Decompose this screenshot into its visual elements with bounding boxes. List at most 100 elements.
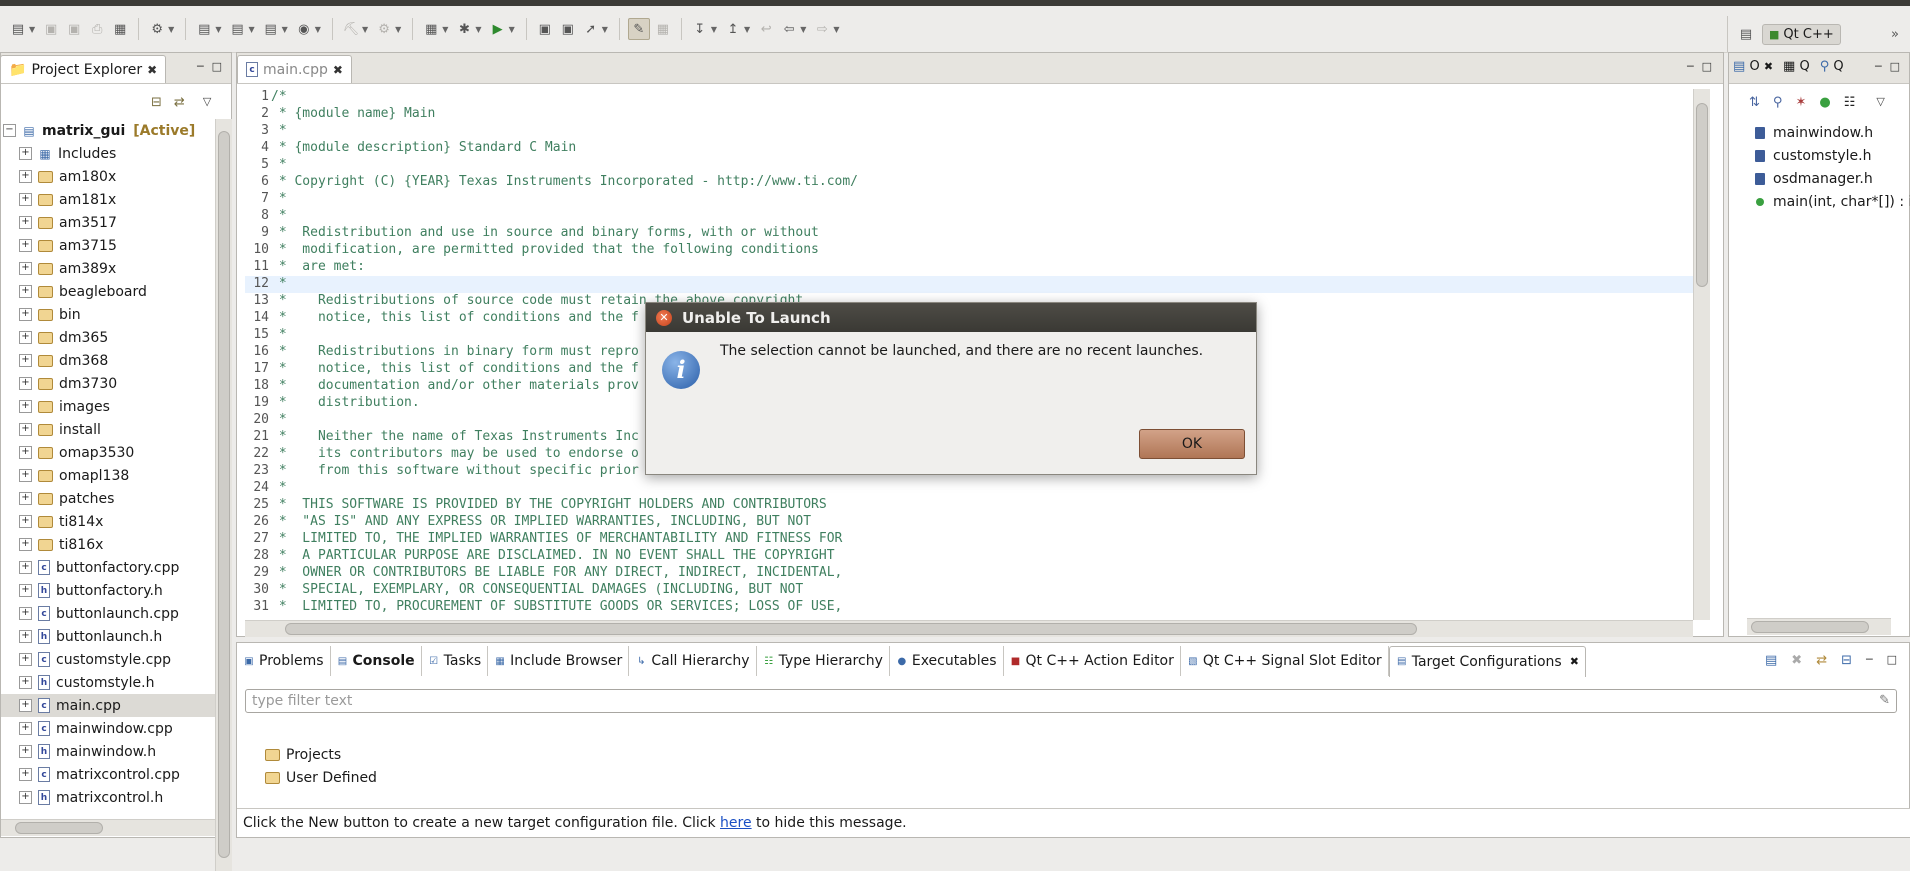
profile-icon[interactable]: ▦ xyxy=(421,19,441,39)
maximize-icon[interactable]: □ xyxy=(212,60,222,73)
view-menu-icon[interactable]: ▽ xyxy=(1876,95,1884,110)
expand-icon[interactable]: + xyxy=(19,285,32,298)
close-icon[interactable]: ✖ xyxy=(1570,655,1579,668)
tree-item[interactable]: + omapl138 xyxy=(1,464,215,487)
tree-item[interactable]: + h matrixcontrol.h xyxy=(1,786,215,809)
code-line[interactable]: 4 * {module description} Standard C Main xyxy=(245,140,1693,157)
expand-icon[interactable]: + xyxy=(19,630,32,643)
outline-horizontal-scrollbar[interactable] xyxy=(1747,618,1891,635)
hide-macros-icon[interactable]: ☷ xyxy=(1844,95,1856,110)
expand-icon[interactable]: + xyxy=(19,745,32,758)
new-icon[interactable]: ▤ xyxy=(8,19,28,39)
delete-icon[interactable]: ✖ xyxy=(1791,653,1802,668)
external-tools-icon[interactable]: ➚ xyxy=(581,19,601,39)
code-line[interactable]: 24 * xyxy=(245,480,1693,497)
tab-qt-c-action-editor[interactable]: ■ Qt C++ Action Editor xyxy=(1004,646,1181,676)
link-with-editor-icon[interactable]: ⇄ xyxy=(174,95,185,110)
ok-button[interactable]: OK xyxy=(1139,429,1245,459)
minimize-icon[interactable]: ─ xyxy=(1866,653,1873,668)
minimize-icon[interactable]: ─ xyxy=(1687,60,1694,73)
code-line[interactable]: 2 * {module name} Main xyxy=(245,106,1693,123)
tree-item[interactable]: + am3715 xyxy=(1,234,215,257)
hide-static-icon[interactable]: ✶ xyxy=(1795,95,1806,110)
expand-icon[interactable]: + xyxy=(19,584,32,597)
expand-icon[interactable]: + xyxy=(19,676,32,689)
next-annotation-icon[interactable]: ↧ xyxy=(690,19,710,39)
scrollbar-thumb[interactable] xyxy=(1696,103,1708,287)
code-line[interactable]: 5 * xyxy=(245,157,1693,174)
open-element-icon[interactable]: ▣ xyxy=(558,19,578,39)
refactor-dropdown-icon[interactable]: ▼ xyxy=(395,25,401,34)
outline-item[interactable]: main(int, char*[]) : i xyxy=(1755,194,1910,210)
properties-icon[interactable]: ▦ xyxy=(110,19,130,39)
tree-item[interactable]: + am3517 xyxy=(1,211,215,234)
new-wizard-icon[interactable]: ◉ xyxy=(294,19,314,39)
expand-icon[interactable]: + xyxy=(19,653,32,666)
code-line[interactable]: 29 * OWNER OR CONTRIBUTORS BE LIABLE FOR… xyxy=(245,565,1693,582)
build-icon[interactable]: ⚙ xyxy=(147,19,167,39)
code-line[interactable]: 11 * are met: xyxy=(245,259,1693,276)
link-icon[interactable]: ⇄ xyxy=(1816,653,1827,668)
tab-main-cpp[interactable]: c main.cpp ✖ xyxy=(237,55,352,83)
close-icon[interactable]: ✖ xyxy=(147,63,157,77)
tab-project-explorer[interactable]: 📁 Project Explorer ✖ xyxy=(0,55,167,83)
outline-item[interactable]: osdmanager.h xyxy=(1755,171,1873,187)
expand-icon[interactable]: + xyxy=(19,239,32,252)
code-line[interactable]: 8 * xyxy=(245,208,1693,225)
debug-dropdown-icon[interactable]: ▼ xyxy=(475,25,481,34)
tree-item[interactable]: + dm3730 xyxy=(1,372,215,395)
code-line[interactable]: 28 * A PARTICULAR PURPOSE ARE DISCLAIMED… xyxy=(245,548,1693,565)
code-line[interactable]: 10 * modification, are permitted provide… xyxy=(245,242,1693,259)
back-dropdown-icon[interactable]: ▼ xyxy=(800,25,806,34)
tree-item-user-defined[interactable]: User Defined xyxy=(265,770,377,786)
open-type-icon[interactable]: ▣ xyxy=(535,19,555,39)
close-icon[interactable]: ✖ xyxy=(1764,60,1773,73)
outline-item[interactable]: mainwindow.h xyxy=(1755,125,1873,141)
expand-icon[interactable]: + xyxy=(19,423,32,436)
tab-call-hierarchy[interactable]: ↳ Call Hierarchy xyxy=(629,646,757,676)
explorer-vertical-scrollbar[interactable] xyxy=(215,119,232,871)
collapse-all-icon[interactable]: ⊟ xyxy=(1841,653,1852,668)
scrollbar-thumb[interactable] xyxy=(218,131,230,858)
tab-executables[interactable]: ● Executables xyxy=(890,646,1004,676)
tree-item[interactable]: + h mainwindow.h xyxy=(1,740,215,763)
code-line[interactable]: 26 * "AS IS" AND ANY EXPRESS OR IMPLIED … xyxy=(245,514,1693,531)
tab-include-browser[interactable]: ▦ Include Browser xyxy=(488,646,630,676)
minimize-icon[interactable]: ─ xyxy=(197,60,204,73)
code-line[interactable]: 6 * Copyright (C) {YEAR} Texas Instrumen… xyxy=(245,174,1693,191)
tab-outline[interactable]: ▤ O ✖ xyxy=(1733,59,1773,74)
forward-dropdown-icon[interactable]: ▼ xyxy=(833,25,839,34)
clear-filter-icon[interactable]: ✎ xyxy=(1879,693,1890,708)
scrollbar-thumb[interactable] xyxy=(1751,621,1869,633)
code-line[interactable]: 30 * SPECIAL, EXEMPLARY, OR CONSEQUENTIA… xyxy=(245,582,1693,599)
block-selection-icon[interactable]: ▦ xyxy=(653,19,673,39)
expand-icon[interactable]: + xyxy=(19,768,32,781)
next-annotation-dropdown-icon[interactable]: ▼ xyxy=(711,25,717,34)
tree-item[interactable]: + ti814x xyxy=(1,510,215,533)
new-class-dropdown-icon[interactable]: ▼ xyxy=(282,25,288,34)
perspective-qt-cpp[interactable]: ■ Qt C++ xyxy=(1762,23,1841,45)
expand-icon[interactable]: + xyxy=(19,446,32,459)
hide-message-link[interactable]: here xyxy=(720,815,752,831)
tree-item[interactable]: + c buttonfactory.cpp xyxy=(1,556,215,579)
tree-item[interactable]: + c main.cpp xyxy=(1,694,215,717)
expand-icon[interactable]: + xyxy=(19,561,32,574)
maximize-icon[interactable]: □ xyxy=(1890,60,1900,73)
tab-qt-c-signal-slot-editor[interactable]: ▧ Qt C++ Signal Slot Editor xyxy=(1181,646,1389,676)
tree-item[interactable]: + ti816x xyxy=(1,533,215,556)
tab-type-hierarchy[interactable]: ☷ Type Hierarchy xyxy=(757,646,890,676)
code-line[interactable]: 3 * xyxy=(245,123,1693,140)
code-line[interactable]: 9 * Redistribution and use in source and… xyxy=(245,225,1693,242)
tree-item[interactable]: + omap3530 xyxy=(1,441,215,464)
tab-qt-1[interactable]: ▦ Q xyxy=(1783,59,1810,74)
sort-icon[interactable]: ⇅ xyxy=(1749,95,1760,110)
print-icon[interactable]: ⎙ xyxy=(87,19,107,39)
tab-problems[interactable]: ▣ Problems xyxy=(237,646,331,676)
code-line[interactable]: 31 * LIMITED TO, PROCUREMENT OF SUBSTITU… xyxy=(245,599,1693,616)
minimize-icon[interactable]: ─ xyxy=(1875,60,1882,73)
new-folder-dropdown-icon[interactable]: ▼ xyxy=(248,25,254,34)
tree-item[interactable]: + h buttonfactory.h xyxy=(1,579,215,602)
more-perspectives-icon[interactable]: » xyxy=(1885,24,1905,44)
editor-vertical-scrollbar[interactable] xyxy=(1693,89,1710,620)
tab-tasks[interactable]: ☑ Tasks xyxy=(422,646,489,676)
